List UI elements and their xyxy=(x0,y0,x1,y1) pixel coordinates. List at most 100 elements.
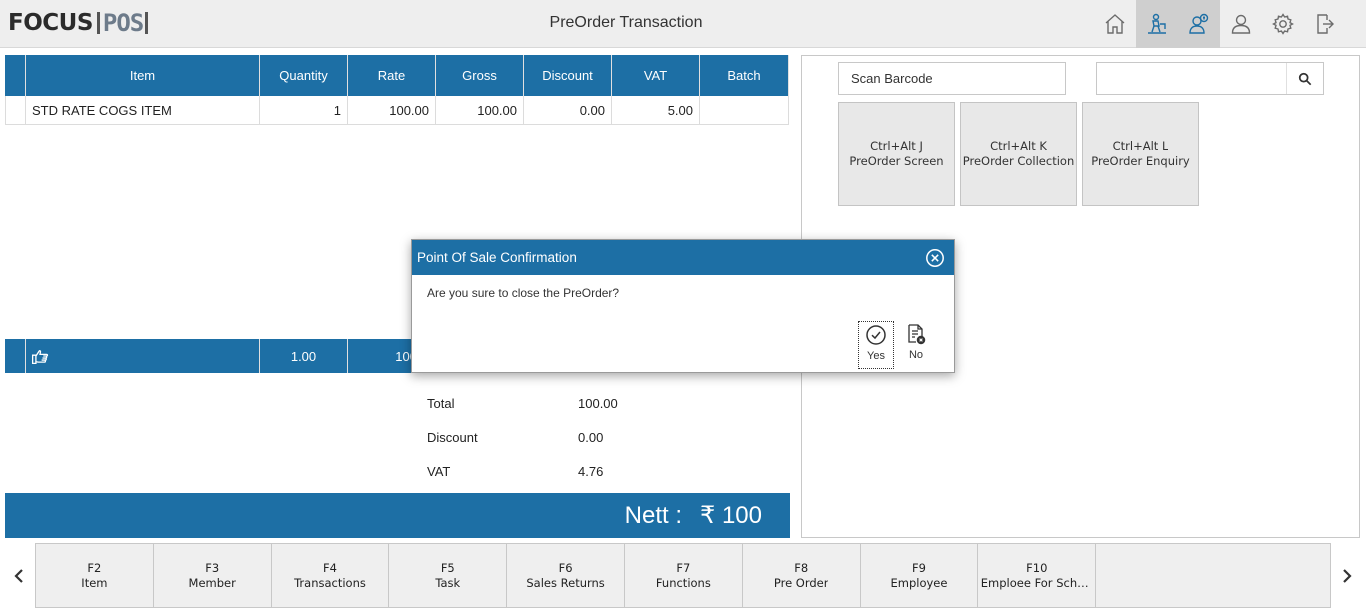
settings-button[interactable] xyxy=(1262,0,1304,48)
cell-batch[interactable] xyxy=(700,96,789,124)
fkey-pre-order[interactable]: F8 Pre Order xyxy=(743,544,861,607)
user-icon xyxy=(1231,14,1251,34)
fkey-key: F10 xyxy=(1026,560,1048,575)
fkey-label: Task xyxy=(435,575,461,590)
header-toolbar xyxy=(1094,0,1346,48)
tile-preorder-collection[interactable]: Ctrl+Alt K PreOrder Collection xyxy=(960,102,1077,206)
dialog-buttons: Yes No xyxy=(854,321,934,369)
function-key-bar: F2 Item F3 Member F4 Transactions F5 Task F6… xyxy=(0,541,1366,613)
cell-gross[interactable]: 100.00 xyxy=(436,96,524,124)
summary-discount-value: 0.00 xyxy=(578,429,604,445)
shortcut-tiles: Ctrl+Alt J PreOrder Screen Ctrl+Alt K Pr… xyxy=(838,102,1204,206)
fkey-key: F2 xyxy=(87,560,102,575)
summary-total-row: Total 100.00 xyxy=(427,386,627,420)
gear-icon xyxy=(1272,13,1294,35)
nett-amount-bar: Nett : ₹ 100 xyxy=(5,493,790,538)
fkey-employee[interactable]: F9 Employee xyxy=(861,544,979,607)
fkey-sales-returns[interactable]: F6 Sales Returns xyxy=(507,544,625,607)
nett-value: ₹ 100 xyxy=(700,502,762,529)
column-header-rate[interactable]: Rate xyxy=(348,55,436,96)
total-quantity: 1.00 xyxy=(260,339,348,373)
tile-preorder-screen[interactable]: Ctrl+Alt J PreOrder Screen xyxy=(838,102,955,206)
fkey-key: F3 xyxy=(205,560,220,575)
no-label: No xyxy=(908,349,924,361)
row-selector[interactable] xyxy=(5,96,26,124)
dialog-message: Are you sure to close the PreOrder? xyxy=(427,286,620,300)
summary-discount-label: Discount xyxy=(427,429,478,445)
fkey-key: F6 xyxy=(558,560,573,575)
item-grid: Item Quantity Rate Gross Discount VAT Ba… xyxy=(5,55,789,125)
scroll-left-button[interactable] xyxy=(8,563,30,589)
column-header-quantity[interactable]: Quantity xyxy=(260,55,348,96)
home-button[interactable] xyxy=(1094,0,1136,48)
fkey-label: Member xyxy=(188,575,236,590)
search-input[interactable] xyxy=(1097,63,1287,94)
summary-total-label: Total xyxy=(427,395,455,411)
summary-panel: Total 100.00 Discount 0.00 VAT 4.76 xyxy=(427,386,627,488)
tile-preorder-enquiry[interactable]: Ctrl+Alt L PreOrder Enquiry xyxy=(1082,102,1199,206)
delivery-person-icon xyxy=(1148,13,1166,34)
yes-button[interactable]: Yes xyxy=(858,321,894,369)
fkey-functions[interactable]: F7 Functions xyxy=(625,544,743,607)
app-header: FOCUS POS PreOrder Transaction xyxy=(0,0,1366,48)
fkey-label: Employee xyxy=(890,575,948,590)
fkey-label: Emploee For Schedule xyxy=(980,575,1093,590)
dialog-header: Point Of Sale Confirmation xyxy=(412,240,954,275)
fkey-key: F5 xyxy=(440,560,455,575)
table-row[interactable]: STD RATE COGS ITEM 1 100.00 100.00 0.00 … xyxy=(5,96,789,125)
fkey-item[interactable]: F2 Item xyxy=(36,544,154,607)
scan-barcode-input[interactable] xyxy=(838,62,1066,95)
nett-label: Nett : xyxy=(624,501,683,529)
cell-item[interactable]: STD RATE COGS ITEM xyxy=(26,96,260,124)
cell-quantity[interactable]: 1 xyxy=(260,96,348,124)
fkey-key: F8 xyxy=(794,560,809,575)
column-header-discount[interactable]: Discount xyxy=(524,55,612,96)
tile-label: PreOrder Screen xyxy=(849,154,944,168)
search-button[interactable] xyxy=(1287,63,1323,94)
logout-button[interactable] xyxy=(1304,0,1346,48)
fkey-label: Pre Order xyxy=(773,575,829,590)
fkey-key: F9 xyxy=(912,560,926,575)
column-header-gross[interactable]: Gross xyxy=(436,55,524,96)
fkey-transactions[interactable]: F4 Transactions xyxy=(272,544,390,607)
column-header-vat[interactable]: VAT xyxy=(612,55,700,96)
fkey-label: Item xyxy=(81,575,108,590)
function-keys: F2 Item F3 Member F4 Transactions F5 Task F6… xyxy=(35,543,1331,608)
fkey-label: Transactions xyxy=(294,575,366,590)
cell-vat[interactable]: 5.00 xyxy=(612,96,700,124)
fkey-task[interactable]: F5 Task xyxy=(389,544,508,607)
summary-vat-label: VAT xyxy=(427,463,451,479)
no-button[interactable]: No xyxy=(898,321,934,369)
tile-shortcut: Ctrl+Alt K xyxy=(990,139,1047,153)
dialog-title: Point Of Sale Confirmation xyxy=(417,250,577,265)
check-circle-icon xyxy=(866,325,886,345)
scroll-right-button[interactable] xyxy=(1336,563,1358,589)
chevron-right-icon xyxy=(1343,569,1352,583)
fkey-member[interactable]: F3 Member xyxy=(154,544,272,607)
fkey-label: Sales Returns xyxy=(526,575,605,590)
close-icon[interactable] xyxy=(925,248,945,268)
yes-label: Yes xyxy=(867,350,885,362)
delivery-button[interactable] xyxy=(1136,0,1178,48)
tile-label: PreOrder Enquiry xyxy=(1091,154,1190,168)
tile-label: PreOrder Collection xyxy=(962,154,1075,168)
fkey-key: F4 xyxy=(323,560,337,575)
fkey-employee-for-schedule[interactable]: F10Emploee For Schedule xyxy=(978,544,1097,607)
column-header-item[interactable]: Item xyxy=(26,55,260,96)
cell-rate[interactable]: 100.00 xyxy=(348,96,436,124)
fkey-label: Functions xyxy=(655,575,711,590)
user-button[interactable] xyxy=(1220,0,1262,48)
search-box xyxy=(1096,62,1324,95)
summary-discount-row: Discount 0.00 xyxy=(427,420,627,454)
hand-pointer-button[interactable] xyxy=(26,339,260,373)
logout-icon xyxy=(1317,14,1334,34)
column-header-batch[interactable]: Batch xyxy=(700,55,789,96)
cashier-button[interactable] xyxy=(1178,0,1220,48)
home-icon xyxy=(1105,14,1125,34)
grid-header: Item Quantity Rate Gross Discount VAT Ba… xyxy=(5,55,789,96)
cell-discount[interactable]: 0.00 xyxy=(524,96,612,124)
cashier-user-icon xyxy=(1189,13,1209,34)
page-title: PreOrder Transaction xyxy=(549,14,703,31)
summary-vat-value: 4.76 xyxy=(578,463,604,479)
chevron-left-icon xyxy=(14,569,23,583)
